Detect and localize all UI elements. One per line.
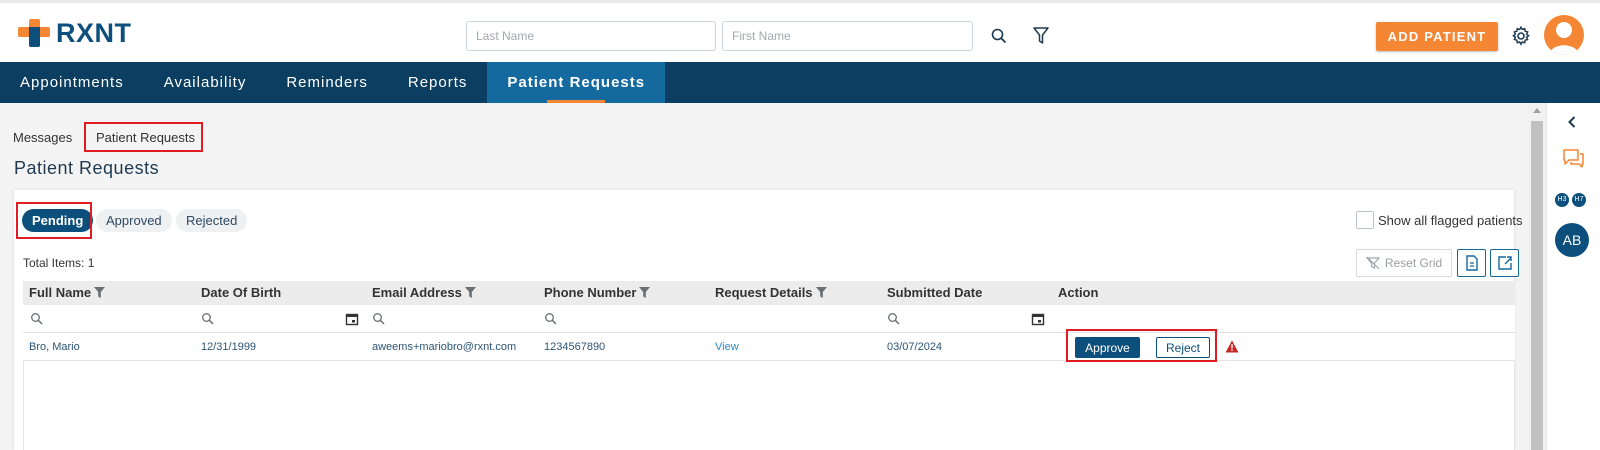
reset-grid-label: Reset Grid — [1384, 256, 1443, 270]
grid-filter-row — [23, 305, 1515, 333]
cell-email: aweems+mariobro@rxnt.com — [372, 341, 517, 353]
last-name-input[interactable] — [466, 21, 716, 51]
search-icon[interactable] — [887, 312, 901, 326]
highlight-box — [16, 202, 92, 239]
warning-icon[interactable] — [1225, 340, 1239, 353]
search-icon[interactable] — [372, 312, 386, 326]
rxnt-logo[interactable]: RXNT — [18, 17, 132, 49]
scroll-thumb[interactable] — [1531, 121, 1543, 450]
main-nav: Appointments Availability Reminders Repo… — [0, 62, 1600, 103]
total-items: Total Items: 1 — [23, 256, 95, 270]
chevron-left-icon[interactable] — [1567, 115, 1577, 134]
rxnt-logo-mark-icon — [18, 17, 50, 49]
user-avatar-icon[interactable] — [1544, 15, 1584, 55]
col-submitted-date[interactable]: Submitted Date — [887, 281, 982, 305]
col-full-name-label: Full Name — [29, 285, 92, 300]
add-patient-button[interactable]: ADD PATIENT — [1376, 22, 1498, 51]
col-action: Action — [1058, 285, 1099, 300]
calendar-icon[interactable] — [1031, 312, 1045, 326]
search-icon[interactable] — [544, 312, 558, 326]
show-flagged-checkbox[interactable] — [1356, 211, 1374, 229]
col-full-name[interactable]: Full Name — [29, 281, 106, 305]
nav-reports[interactable]: Reports — [388, 62, 488, 103]
nav-reminders[interactable]: Reminders — [266, 62, 388, 103]
page-title: Patient Requests — [14, 158, 160, 178]
chat-icon[interactable] — [1561, 148, 1585, 175]
badge-h3[interactable]: H3 — [1555, 193, 1569, 207]
cell-phone: 1234567890 — [544, 341, 606, 353]
cell-submitted-date: 03/07/2024 — [887, 341, 943, 353]
vertical-scrollbar[interactable] — [1528, 103, 1546, 450]
first-name-input[interactable] — [722, 21, 973, 51]
grid-border-left — [23, 361, 24, 450]
column-filter-icon[interactable] — [815, 287, 827, 299]
filter-approved[interactable]: Approved — [96, 209, 172, 232]
top-header: RXNT ADD PATIENT — [0, 0, 1600, 62]
col-date-of-birth[interactable]: Date Of Birth — [201, 281, 281, 305]
column-filter-icon[interactable] — [94, 287, 106, 299]
filter-icon[interactable] — [1030, 25, 1052, 47]
right-rail: H3 H7 AB — [1546, 103, 1600, 450]
cell-full-name: Bro, Mario — [29, 341, 80, 353]
filter-rejected[interactable]: Rejected — [176, 209, 248, 232]
user-initials-avatar[interactable]: AB — [1555, 223, 1589, 257]
export-file-button[interactable] — [1457, 249, 1486, 277]
search-icon[interactable] — [30, 312, 44, 326]
column-filter-icon[interactable] — [639, 287, 651, 299]
search-icon[interactable] — [988, 25, 1010, 47]
gear-icon[interactable] — [1510, 25, 1532, 47]
grid-border-right — [1514, 361, 1515, 450]
highlight-box — [1066, 329, 1217, 362]
share-icon — [1497, 256, 1512, 270]
col-phone-number[interactable]: Phone Number — [544, 281, 651, 305]
table-row[interactable]: Bro, Mario 12/31/1999 aweems+mariobro@rx… — [23, 333, 1515, 361]
highlight-box — [84, 122, 203, 152]
reset-grid-button[interactable]: Reset Grid — [1356, 249, 1452, 277]
cell-dob: 12/31/1999 — [201, 341, 257, 353]
nav-appointments[interactable]: Appointments — [0, 62, 144, 103]
file-export-icon — [1465, 255, 1478, 271]
nav-availability[interactable]: Availability — [144, 62, 267, 103]
nav-patient-requests[interactable]: Patient Requests — [487, 62, 666, 103]
column-filter-icon[interactable] — [464, 287, 476, 299]
col-phone-label: Phone Number — [544, 285, 637, 300]
search-icon[interactable] — [201, 312, 215, 326]
share-export-button[interactable] — [1490, 249, 1519, 277]
col-request-details[interactable]: Request Details — [715, 281, 827, 305]
subtab-messages[interactable]: Messages — [13, 130, 72, 145]
show-flagged-label: Show all flagged patients — [1378, 213, 1523, 228]
filter-clear-icon — [1365, 256, 1380, 270]
grid-header: Full Name Date Of Birth Email Address Ph… — [23, 281, 1515, 305]
view-details-link[interactable]: View — [715, 333, 739, 361]
badge-h7[interactable]: H7 — [1572, 193, 1586, 207]
col-details-label: Request Details — [715, 285, 813, 300]
scroll-up-icon[interactable] — [1533, 108, 1541, 113]
col-email-label: Email Address — [372, 285, 462, 300]
col-email-address[interactable]: Email Address — [372, 281, 476, 305]
calendar-icon[interactable] — [345, 312, 359, 326]
brand-name: RXNT — [56, 17, 132, 48]
